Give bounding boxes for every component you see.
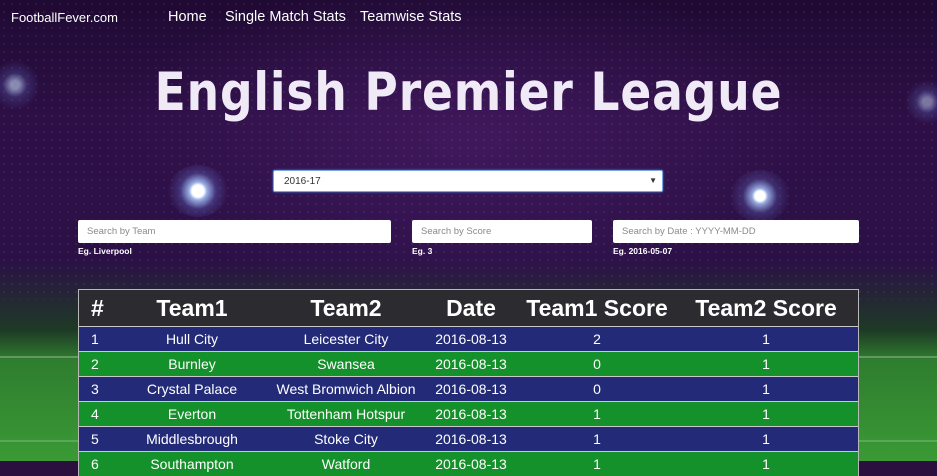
score-search-input[interactable]: [412, 220, 592, 243]
team2-cell: Watford: [321, 456, 371, 472]
team1-score-cell: 0: [593, 356, 601, 372]
table-row: 3 Crystal Palace West Bromwich Albion 20…: [79, 376, 858, 401]
column-header-team2[interactable]: Team2: [263, 295, 429, 322]
team-search-input[interactable]: [78, 220, 391, 243]
score-search-field: [412, 220, 592, 243]
column-header-team2-score[interactable]: Team2 Score: [681, 295, 851, 322]
date-cell: 2016-08-13: [435, 331, 507, 347]
team2-cell: Swansea: [317, 356, 375, 372]
date-search-input[interactable]: [613, 220, 859, 243]
brand-logo[interactable]: FootballFever.com: [11, 10, 118, 25]
row-number: 1: [91, 331, 99, 347]
team2-cell: Stoke City: [314, 431, 378, 447]
page-title: English Premier League: [154, 62, 783, 123]
stadium-light-icon: [730, 170, 790, 222]
date-cell: 2016-08-13: [435, 431, 507, 447]
table-row: 1 Hull City Leicester City 2016-08-13 2 …: [79, 326, 858, 351]
row-number: 3: [91, 381, 99, 397]
team2-score-cell: 1: [762, 406, 770, 422]
row-number: 5: [91, 431, 99, 447]
nav-teamwise-stats[interactable]: Teamwise Stats: [360, 9, 462, 25]
date-cell: 2016-08-13: [435, 406, 507, 422]
team-search-hint: Eg. Liverpool: [78, 246, 132, 256]
background-crowd-texture: [0, 0, 937, 300]
nav-home[interactable]: Home: [168, 9, 207, 25]
season-select-value: 2016-17: [284, 176, 321, 187]
column-header-number[interactable]: #: [79, 295, 121, 322]
table-row: 4 Everton Tottenham Hotspur 2016-08-13 1…: [79, 401, 858, 426]
table-row: 5 Middlesbrough Stoke City 2016-08-13 1 …: [79, 426, 858, 451]
score-search-hint: Eg. 3: [412, 246, 433, 256]
team2-score-cell: 1: [762, 456, 770, 472]
column-header-date[interactable]: Date: [429, 295, 513, 322]
date-cell: 2016-08-13: [435, 381, 507, 397]
chevron-down-icon: ▼: [649, 176, 657, 185]
team2-score-cell: 1: [762, 331, 770, 347]
team1-cell: Burnley: [168, 356, 216, 372]
team2-cell: Tottenham Hotspur: [286, 406, 406, 422]
date-cell: 2016-08-13: [435, 456, 507, 472]
season-select[interactable]: 2016-17 ▼: [273, 170, 663, 192]
nav-single-match-stats[interactable]: Single Match Stats: [225, 9, 346, 25]
team1-cell: Southampton: [150, 456, 234, 472]
table-row: 6 Southampton Watford 2016-08-13 1 1: [79, 451, 858, 476]
row-number: 4: [91, 406, 99, 422]
team2-score-cell: 1: [762, 356, 770, 372]
date-search-field: [613, 220, 859, 243]
date-cell: 2016-08-13: [435, 356, 507, 372]
team1-score-cell: 0: [593, 381, 601, 397]
navbar: FootballFever.com Home Single Match Stat…: [0, 0, 937, 36]
row-number: 6: [91, 456, 99, 472]
team1-score-cell: 1: [593, 456, 601, 472]
team2-cell: West Bromwich Albion: [276, 381, 416, 397]
team2-score-cell: 1: [762, 381, 770, 397]
team1-cell: Hull City: [165, 331, 219, 347]
row-number: 2: [91, 356, 99, 372]
date-search-hint: Eg. 2016-05-07: [613, 246, 673, 256]
team1-cell: Crystal Palace: [146, 381, 238, 397]
team1-score-cell: 1: [593, 406, 601, 422]
column-header-team1-score[interactable]: Team1 Score: [513, 295, 681, 322]
team1-cell: Everton: [167, 406, 217, 422]
column-header-team1[interactable]: Team1: [121, 295, 263, 322]
team1-score-cell: 1: [593, 431, 601, 447]
matches-table: # Team1 Team2 Date Team1 Score Team2 Sco…: [78, 289, 859, 476]
stadium-light-icon: [168, 165, 228, 217]
team2-cell: Leicester City: [303, 331, 389, 347]
team-search-field: [78, 220, 391, 243]
table-row: 2 Burnley Swansea 2016-08-13 0 1: [79, 351, 858, 376]
team1-cell: Middlesbrough: [146, 431, 238, 447]
team1-score-cell: 2: [593, 331, 601, 347]
team2-score-cell: 1: [762, 431, 770, 447]
table-header: # Team1 Team2 Date Team1 Score Team2 Sco…: [79, 290, 858, 326]
